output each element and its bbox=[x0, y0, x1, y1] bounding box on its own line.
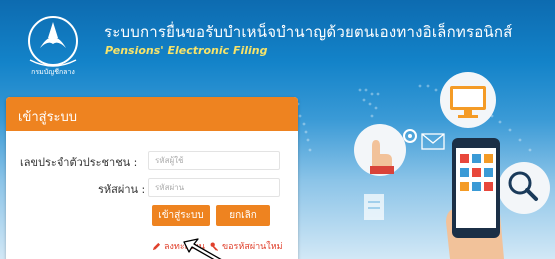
login-panel-header: เข้าสู่ระบบ bbox=[6, 97, 298, 131]
login-panel: เข้าสู่ระบบ เลขประจำตัวประชาชน : รหัสผ่า… bbox=[6, 97, 298, 259]
header-banner: กรมบัญชีกลาง ระบบการยื่นขอรับบำเหน็จบำนา… bbox=[0, 0, 555, 259]
seal-caption: กรมบัญชีกลาง bbox=[31, 68, 75, 76]
password-input[interactable] bbox=[148, 178, 280, 197]
document-icon bbox=[364, 194, 384, 220]
smartphone-icon bbox=[446, 138, 504, 259]
citizen-id-input[interactable] bbox=[148, 151, 280, 170]
login-button[interactable]: เข้าสู่ระบบ bbox=[152, 205, 210, 226]
citizen-id-label: เลขประจำตัวประชาชน : bbox=[20, 156, 138, 169]
page-subtitle: Pensions' Electronic Filing bbox=[105, 44, 268, 57]
forgot-password-link-label: ขอรหัสผ่านใหม่ bbox=[222, 242, 283, 252]
monitor-icon bbox=[440, 72, 496, 128]
login-panel-title: เข้าสู่ระบบ bbox=[18, 110, 78, 125]
mail-icon bbox=[421, 133, 445, 150]
cursor-arrow-icon bbox=[183, 238, 222, 259]
page-title: ระบบการยื่นขอรับบำเหน็จบำนาญด้วยตนเองทาง… bbox=[104, 23, 513, 41]
e-filing-illustration bbox=[354, 72, 550, 259]
seal-logo-icon: กรมบัญชีกลาง bbox=[28, 16, 78, 76]
touch-hand-icon bbox=[354, 124, 406, 176]
cancel-button[interactable]: ยกเลิก bbox=[216, 205, 270, 226]
gear-icon bbox=[403, 129, 417, 143]
password-label: รหัสผ่าน : bbox=[98, 183, 146, 196]
magnifier-icon bbox=[498, 162, 550, 214]
pencil-icon bbox=[152, 242, 161, 250]
